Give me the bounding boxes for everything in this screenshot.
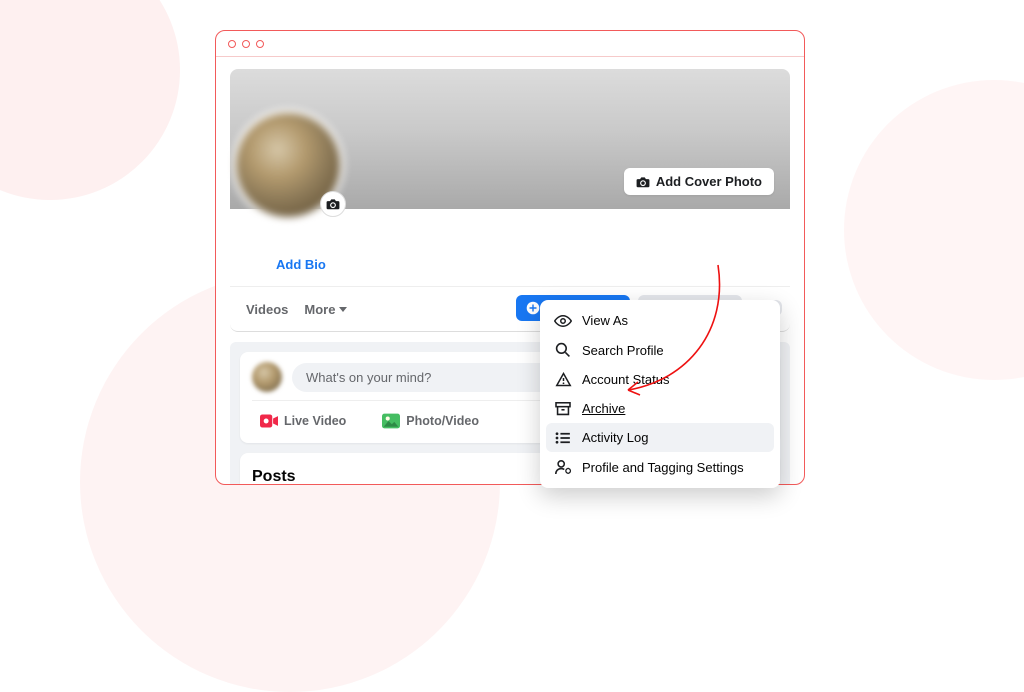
dropdown-account-status-label: Account Status [582, 372, 669, 387]
magnifier-icon [554, 342, 572, 358]
traffic-light-minimize-icon[interactable] [242, 40, 250, 48]
warning-triangle-icon [554, 372, 572, 387]
composer-avatar[interactable] [252, 362, 282, 392]
window-titlebar [216, 31, 804, 57]
person-gear-icon [554, 459, 572, 475]
plus-circle-icon [526, 301, 540, 315]
dropdown-account-status[interactable]: Account Status [546, 365, 774, 394]
dropdown-view-as[interactable]: View As [546, 306, 774, 335]
tab-more[interactable]: More [304, 302, 347, 317]
tab-videos[interactable]: Videos [246, 302, 288, 317]
archive-box-icon [554, 402, 572, 416]
add-cover-label: Add Cover Photo [656, 174, 762, 189]
add-cover-photo-button[interactable]: Add Cover Photo [624, 168, 774, 195]
caret-down-icon [339, 307, 347, 312]
dropdown-search-profile[interactable]: Search Profile [546, 335, 774, 365]
dropdown-archive-label: Archive [582, 401, 625, 416]
tab-more-label: More [304, 302, 335, 317]
dropdown-view-as-label: View As [582, 313, 628, 328]
video-camera-icon [260, 414, 278, 428]
eye-icon [554, 315, 572, 327]
dropdown-search-profile-label: Search Profile [582, 343, 664, 358]
live-video-label: Live Video [284, 414, 346, 428]
photo-video-label: Photo/Video [406, 414, 479, 428]
traffic-light-zoom-icon[interactable] [256, 40, 264, 48]
posts-title: Posts [252, 468, 296, 484]
profile-avatar-wrap [232, 109, 344, 221]
photo-icon [382, 413, 400, 429]
change-avatar-button[interactable] [320, 191, 346, 217]
add-bio-link[interactable]: Add Bio [230, 249, 790, 286]
traffic-light-close-icon[interactable] [228, 40, 236, 48]
dropdown-activity-log-label: Activity Log [582, 430, 648, 445]
camera-icon [636, 176, 650, 188]
tabs-left: Videos More [238, 292, 355, 317]
live-video-button[interactable]: Live Video [252, 409, 354, 433]
photo-video-button[interactable]: Photo/Video [374, 409, 487, 433]
dropdown-profile-tagging-label: Profile and Tagging Settings [582, 460, 744, 475]
more-options-dropdown: View As Search Profile Account Status Ar… [540, 300, 780, 488]
dropdown-profile-tagging[interactable]: Profile and Tagging Settings [546, 452, 774, 482]
list-bullets-icon [554, 432, 572, 444]
camera-icon [326, 198, 340, 210]
dropdown-archive[interactable]: Archive [546, 394, 774, 423]
dropdown-activity-log[interactable]: Activity Log [546, 423, 774, 452]
